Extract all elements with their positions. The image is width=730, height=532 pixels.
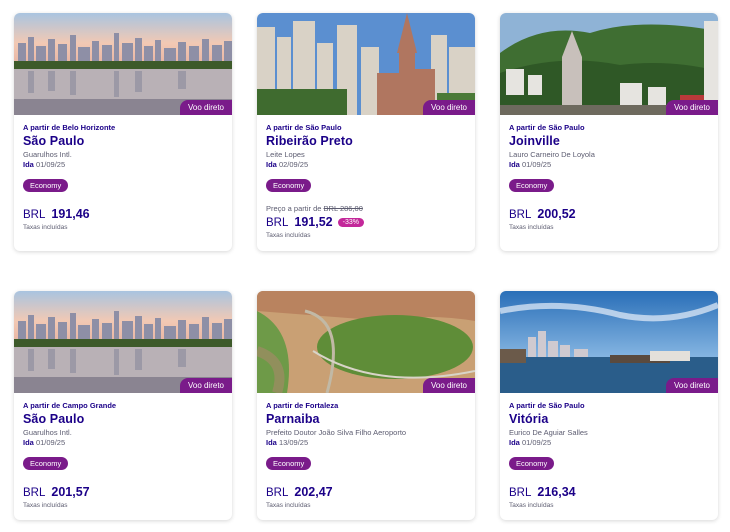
cabin-class-pill: Economy <box>23 179 69 192</box>
destination-photo: Voo direto <box>14 13 232 115</box>
airport-name: Lauro Carneiro De Loyola <box>509 150 595 159</box>
direct-flight-badge: Voo direto <box>665 378 718 393</box>
cabin-class-pill: Economy <box>266 179 312 192</box>
departure-date: Ida 01/09/25 <box>509 160 552 169</box>
airport-name: Guarulhos Intl. <box>23 428 72 437</box>
price: BRL 191,46 <box>23 207 223 221</box>
departure-date: Ida 13/09/25 <box>266 438 309 447</box>
price-amount: 216,34 <box>537 485 576 499</box>
destination-photo: Voo direto <box>257 291 475 393</box>
price-amount: 200,52 <box>537 207 576 221</box>
airport-name: Eurico De Aguiar Salles <box>509 428 588 437</box>
airport-name: Prefeito Doutor João Silva Filho Aeropor… <box>266 428 407 437</box>
direct-flight-badge: Voo direto <box>665 100 718 115</box>
origin-label: A partir de São Paulo <box>266 123 342 132</box>
destination-photo: Voo direto <box>257 13 475 115</box>
price-amount: 201,57 <box>51 485 90 499</box>
destination-photo: Voo direto <box>500 291 718 393</box>
currency: BRL <box>509 209 532 221</box>
destination-city: Parnaiba <box>266 412 320 426</box>
destination-card[interactable]: Voo direto A partir de Belo Horizonte Sã… <box>14 13 232 251</box>
departure-date: Ida 02/09/25 <box>266 160 309 169</box>
currency: BRL <box>266 217 289 229</box>
destination-card[interactable]: Voo direto A partir de Campo Grande São … <box>14 291 232 520</box>
destination-city: São Paulo <box>23 412 85 426</box>
destination-photo: Voo direto <box>14 291 232 393</box>
airport-name: Guarulhos Intl. <box>23 150 72 159</box>
direct-flight-badge: Voo direto <box>422 378 475 393</box>
taxes-note: Taxas incluídas <box>509 502 554 509</box>
discount-badge: -33% <box>337 217 364 227</box>
price: BRL 200,52 <box>509 207 709 221</box>
departure-date: Ida 01/09/25 <box>23 160 66 169</box>
origin-label: A partir de Fortaleza <box>266 401 339 410</box>
taxes-note: Taxas incluídas <box>266 502 311 509</box>
destination-city: Ribeirão Preto <box>266 134 353 148</box>
destination-card[interactable]: Voo direto A partir de São Paulo Joinvil… <box>500 13 718 251</box>
destination-city: São Paulo <box>23 134 85 148</box>
direct-flight-badge: Voo direto <box>422 100 475 115</box>
departure-date: Ida 01/09/25 <box>509 438 552 447</box>
destination-card[interactable]: Voo direto A partir de São Paulo Ribeirã… <box>257 13 475 251</box>
taxes-note: Taxas incluídas <box>23 502 68 509</box>
currency: BRL <box>266 487 289 499</box>
taxes-note: Taxas incluídas <box>266 232 311 239</box>
direct-flight-badge: Voo direto <box>179 100 232 115</box>
direct-flight-badge: Voo direto <box>179 378 232 393</box>
price: BRL 216,34 <box>509 485 709 499</box>
original-price: Preço a partir de BRL 286,00 <box>266 204 363 213</box>
cabin-class-pill: Economy <box>266 457 312 470</box>
currency: BRL <box>23 209 46 221</box>
taxes-note: Taxas incluídas <box>23 224 68 231</box>
price-amount: 191,52 <box>294 215 333 229</box>
destination-card[interactable]: Voo direto A partir de São Paulo Vitória… <box>500 291 718 520</box>
cabin-class-pill: Economy <box>509 457 555 470</box>
currency: BRL <box>23 487 46 499</box>
taxes-note: Taxas incluídas <box>509 224 554 231</box>
cabin-class-pill: Economy <box>509 179 555 192</box>
price: BRL 191,52 -33% <box>266 215 466 229</box>
departure-date: Ida 01/09/25 <box>23 438 66 447</box>
cabin-class-pill: Economy <box>23 457 69 470</box>
origin-label: A partir de Belo Horizonte <box>23 123 116 132</box>
destination-city: Joinville <box>509 134 560 148</box>
origin-label: A partir de São Paulo <box>509 123 585 132</box>
origin-label: A partir de Campo Grande <box>23 401 117 410</box>
origin-label: A partir de São Paulo <box>509 401 585 410</box>
airport-name: Leite Lopes <box>266 150 305 159</box>
currency: BRL <box>509 487 532 499</box>
destination-city: Vitória <box>509 412 549 426</box>
destination-photo: Voo direto <box>500 13 718 115</box>
price: BRL 202,47 <box>266 485 466 499</box>
price-amount: 191,46 <box>51 207 90 221</box>
price-amount: 202,47 <box>294 485 333 499</box>
price: BRL 201,57 <box>23 485 223 499</box>
destination-card[interactable]: Voo direto A partir de Fortaleza Parnaib… <box>257 291 475 520</box>
